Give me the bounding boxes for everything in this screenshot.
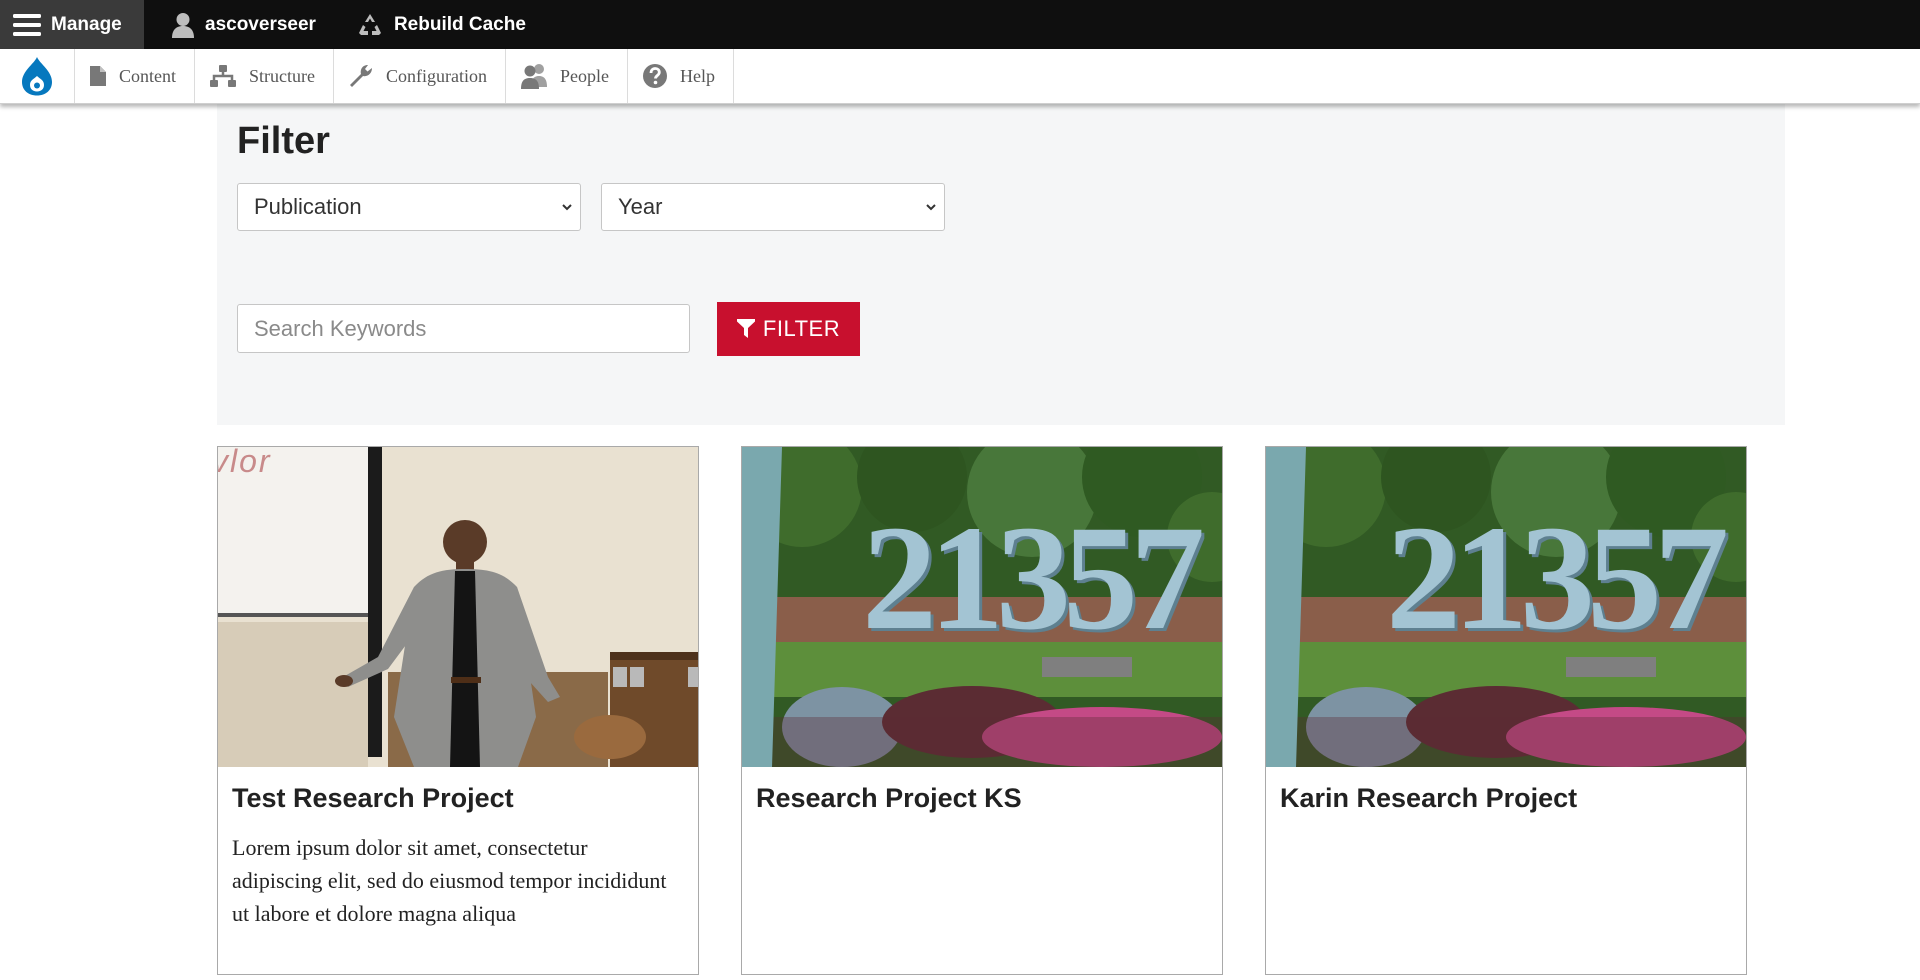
project-photo-speaker[interactable]: vlor bbox=[218, 447, 698, 767]
publication-select-value: Publication bbox=[254, 194, 362, 219]
tray-item-label: Configuration bbox=[385, 65, 487, 86]
tray-item-people[interactable]: People bbox=[506, 49, 628, 103]
tray-item-configuration[interactable]: Configuration bbox=[334, 49, 506, 103]
project-card[interactable]: vlor Test Research Project Lorem ipsum d… bbox=[217, 446, 699, 975]
filter-button-label: FILTER bbox=[762, 316, 841, 341]
rebuild-cache-button[interactable]: Rebuild Cache bbox=[334, 0, 544, 49]
admin-tray: Content Structure Configuration People H… bbox=[0, 49, 1920, 104]
year-select[interactable]: Year bbox=[601, 183, 945, 231]
tray-item-structure[interactable]: Structure bbox=[195, 49, 334, 103]
tray-item-label: Content bbox=[119, 65, 176, 86]
tray-item-content[interactable]: Content bbox=[75, 49, 195, 103]
speaker-photo bbox=[218, 447, 698, 767]
rebuild-label: Rebuild Cache bbox=[393, 13, 526, 35]
project-photo-sculpture[interactable]: 21357 bbox=[742, 447, 1222, 767]
project-photo-sculpture[interactable]: 21357 bbox=[1266, 447, 1746, 767]
tray-item-label: People bbox=[559, 65, 609, 86]
chevron-down-icon bbox=[562, 204, 572, 211]
project-card[interactable]: 21357 Research Project KS bbox=[741, 446, 1223, 975]
card-title[interactable]: Test Research Project bbox=[232, 783, 514, 814]
wrench-icon bbox=[349, 65, 372, 87]
sculpture-numbers: 21357 bbox=[1386, 495, 1729, 661]
tray-item-help[interactable]: Help bbox=[628, 49, 734, 103]
people-icon bbox=[520, 64, 547, 89]
project-card[interactable]: 21357 Karin Research Project bbox=[1265, 446, 1747, 975]
filter-heading: Filter bbox=[237, 120, 330, 162]
admin-toolbar: Manage ascoverseer Rebuild Cache bbox=[0, 0, 1920, 49]
recycle-icon bbox=[358, 13, 381, 35]
manage-button[interactable]: Manage bbox=[0, 0, 144, 49]
sitemap-icon bbox=[210, 65, 236, 87]
manage-label: Manage bbox=[51, 13, 122, 35]
year-select-value: Year bbox=[618, 194, 663, 219]
user-label: ascoverseer bbox=[205, 13, 316, 35]
hamburger-icon bbox=[13, 13, 41, 36]
tray-item-label: Help bbox=[679, 65, 715, 86]
card-body: Lorem ipsum dolor sit amet, consectetur … bbox=[232, 835, 667, 926]
file-icon bbox=[90, 66, 106, 86]
chevron-down-icon bbox=[926, 204, 936, 211]
drupal-home-link[interactable] bbox=[0, 49, 75, 103]
help-icon bbox=[642, 64, 667, 88]
filter-panel: Filter Publication Year FILTER bbox=[217, 104, 1785, 425]
user-menu-button[interactable]: ascoverseer bbox=[144, 0, 334, 49]
publication-select[interactable]: Publication bbox=[237, 183, 581, 231]
caption-text: vlor bbox=[218, 447, 272, 479]
card-title[interactable]: Research Project KS bbox=[756, 783, 1022, 814]
tray-item-label: Structure bbox=[249, 65, 315, 86]
card-title[interactable]: Karin Research Project bbox=[1280, 783, 1577, 814]
sculpture-numbers: 21357 bbox=[862, 495, 1205, 661]
drupal-logo-icon bbox=[22, 57, 52, 96]
filter-button[interactable]: FILTER bbox=[717, 302, 860, 356]
user-icon bbox=[172, 12, 194, 38]
search-keywords-input[interactable] bbox=[237, 304, 690, 353]
funnel-icon bbox=[736, 319, 755, 338]
